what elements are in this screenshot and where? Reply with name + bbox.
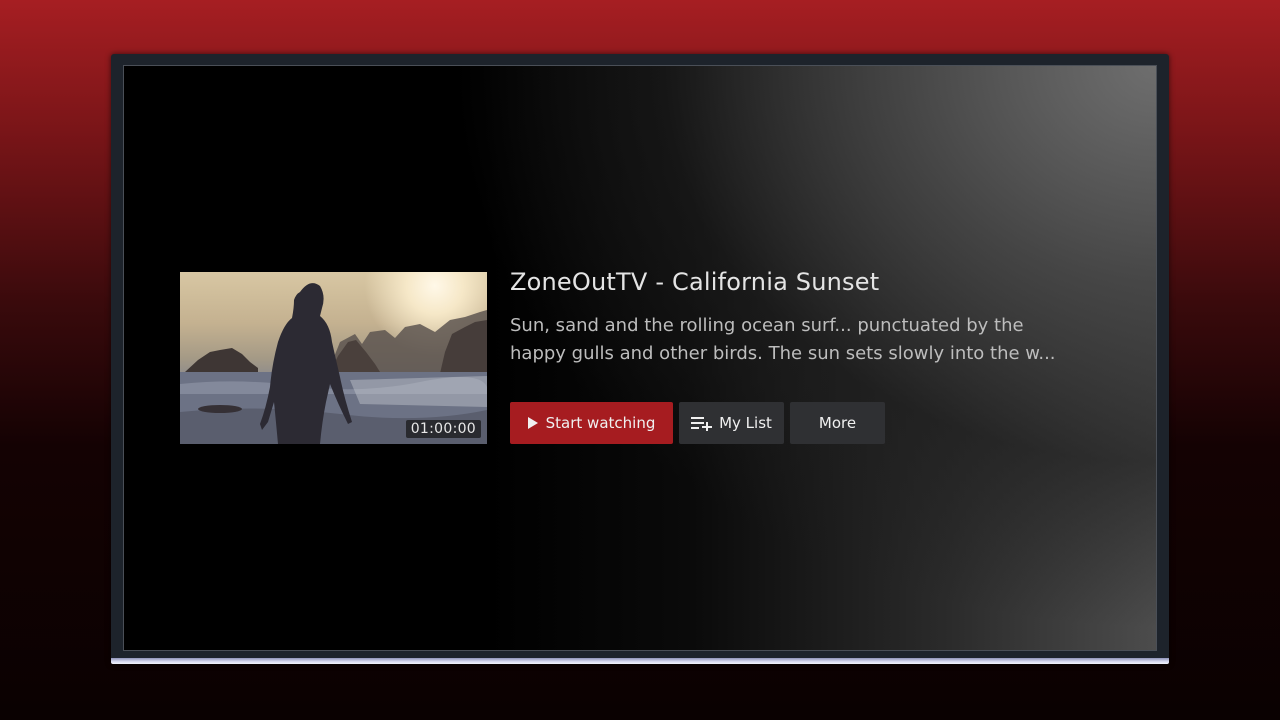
start-watching-button[interactable]: Start watching [510,402,673,444]
description-line-1: Sun, sand and the rolling ocean surf... … [510,315,1024,336]
content-title: ZoneOutTV - California Sunset [510,268,880,296]
play-icon [527,417,538,429]
duration-badge: 01:00:00 [405,420,481,438]
playlist-add-icon [691,417,713,431]
video-thumbnail[interactable]: 01:00:00 [180,272,487,444]
my-list-button[interactable]: My List [679,402,784,444]
start-watching-label: Start watching [545,414,656,432]
tv-screen: 01:00:00 ZoneOutTV - California Sunset S… [123,65,1157,651]
sunset-beach-image [180,283,487,444]
tv-bezel-edge [111,658,1169,664]
content-description: Sun, sand and the rolling ocean surf... … [510,312,1100,368]
description-line-2: happy gulls and other birds. The sun set… [510,343,1056,364]
more-label: More [818,414,857,432]
my-list-label: My List [719,414,772,432]
more-button[interactable]: More [790,402,885,444]
